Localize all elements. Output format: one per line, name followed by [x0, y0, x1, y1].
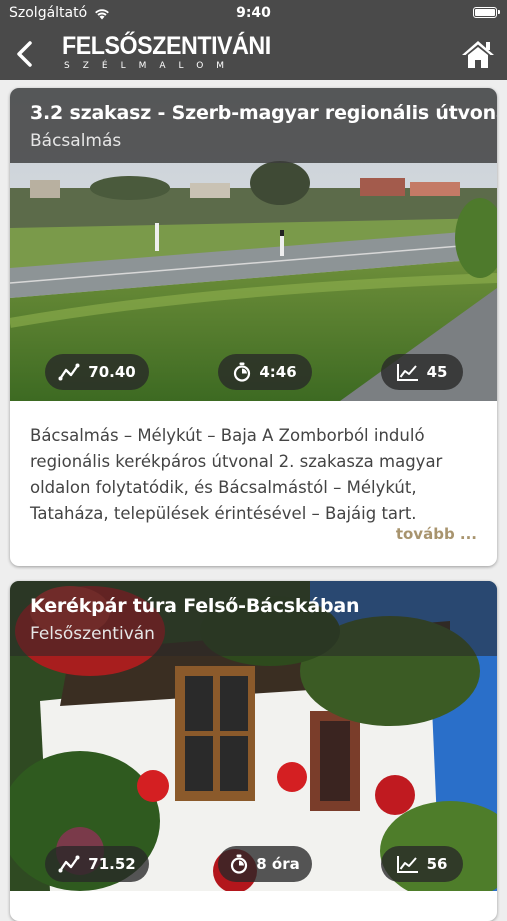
duration-value: 4:46 [259, 363, 297, 381]
brand-title: FELSŐSZENTIVÁNI [62, 32, 271, 60]
route-card[interactable]: 3.2 szakasz - Szerb-magyar regionális út… [10, 88, 497, 566]
stopwatch-icon [234, 362, 251, 382]
elevation-badge: 56 [381, 846, 463, 882]
route-icon [58, 855, 80, 873]
elevation-value: 45 [426, 363, 448, 381]
route-description: Bácsalmás – Mélykút – Baja A Zomborból i… [30, 426, 443, 523]
distance-value: 70.40 [88, 363, 136, 381]
back-icon[interactable] [10, 36, 44, 72]
elevation-badge: 45 [381, 354, 463, 390]
more-link[interactable]: tovább ... [396, 525, 477, 543]
elevation-chart-icon [396, 364, 418, 381]
duration-value: 8 óra [256, 855, 300, 873]
status-bar: Szolgáltató 9:40 [0, 0, 507, 28]
distance-badge: 71.52 [45, 846, 149, 882]
battery-icon [473, 7, 500, 18]
route-title: 3.2 szakasz - Szerb-magyar regionális út… [30, 102, 497, 124]
route-header: 3.2 szakasz - Szerb-magyar regionális út… [10, 88, 497, 163]
stopwatch-icon [231, 854, 248, 874]
route-card[interactable]: Kerékpár túra Felső-Bácskában Felsőszent… [10, 581, 497, 921]
clock: 9:40 [236, 5, 271, 21]
home-icon[interactable] [459, 36, 497, 72]
route-header: Kerékpár túra Felső-Bácskában Felsőszent… [10, 581, 497, 656]
elevation-chart-icon [396, 856, 418, 873]
duration-badge: 4:46 [218, 354, 312, 390]
elevation-value: 56 [426, 855, 448, 873]
route-title: Kerékpár túra Felső-Bácskában [30, 595, 360, 617]
brand-logo: FELSŐSZENTIVÁNI SZÉLMALOM [62, 32, 271, 76]
nav-bar: FELSŐSZENTIVÁNI SZÉLMALOM [0, 28, 507, 80]
route-location: Felsőszentiván [30, 624, 155, 644]
duration-badge: 8 óra [218, 846, 312, 882]
distance-value: 71.52 [88, 855, 136, 873]
route-icon [58, 363, 80, 381]
brand-subtitle: SZÉLMALOM [64, 61, 238, 71]
route-location: Bácsalmás [30, 131, 122, 151]
distance-badge: 70.40 [45, 354, 149, 390]
